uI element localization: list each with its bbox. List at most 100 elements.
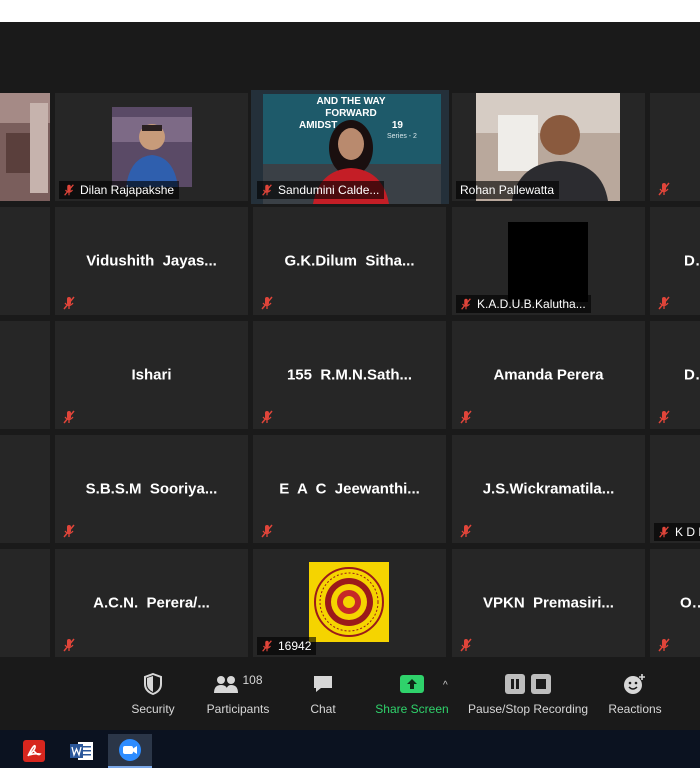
muted-mic-icon (658, 182, 670, 196)
security-label: Security (131, 702, 175, 716)
slide-line-1: AND THE WAY FORWARD (316, 96, 386, 119)
stop-icon (531, 674, 551, 694)
participant-tile-partial-right[interactable]: Du (650, 321, 700, 429)
participant-name: A.C.N. Perera/... (93, 594, 210, 612)
participant-tile-partial-left[interactable] (0, 93, 50, 201)
participant-name: K.A.D.U.B.Kalutha... (477, 297, 586, 311)
people-icon (214, 676, 239, 693)
participant-name-label: Sandumini Calde... (257, 181, 385, 199)
taskbar-app-pdf[interactable] (12, 734, 56, 768)
participant-tile-ishari[interactable]: Ishari (55, 321, 248, 429)
participant-tile-sandumini-active-speaker[interactable]: AND THE WAY FORWARD AMIDST 19 Series - 2 … (251, 90, 449, 204)
participant-name: 16942 (278, 639, 312, 653)
participant-name: 155 R.M.N.Sath... (286, 366, 413, 384)
participant-tile-partial-left[interactable] (0, 435, 50, 543)
share-arrow-icon (400, 675, 424, 693)
participant-tile-kadub[interactable]: K.A.D.U.B.Kalutha... (452, 207, 645, 315)
reactions-label: Reactions (608, 702, 662, 716)
participant-tile-acn-perera[interactable]: A.C.N. Perera/... (55, 549, 248, 657)
participant-tile-eac[interactable]: E A C Jeewanthi... (253, 435, 446, 543)
muted-mic-icon (262, 640, 272, 652)
participant-name: E A C Jeewanthi... (279, 480, 420, 498)
participant-name: Vidushith Jayas... (86, 252, 217, 270)
muted-mic-icon (63, 638, 75, 652)
participant-tile-js-wickramatilake[interactable]: J.S.Wickramatila... (452, 435, 645, 543)
participants-label: Participants (206, 702, 270, 716)
participant-tile-sbsm[interactable]: S.B.S.M Sooriya... (55, 435, 248, 543)
muted-mic-icon (659, 526, 669, 538)
participant-name: VPKN Premasiri... (483, 594, 614, 612)
participant-name-label: K D H (654, 523, 700, 541)
participant-tile-partial-left[interactable] (0, 549, 50, 657)
muted-mic-icon (261, 524, 273, 538)
slide-text: AND THE WAY FORWARD AMIDST 19 (291, 96, 411, 132)
participant-name: Du (684, 366, 700, 384)
muted-mic-icon (261, 410, 273, 424)
slide-series: Series - 2 (387, 133, 417, 140)
participant-tile-rohan[interactable]: Rohan Pallewatta (452, 93, 645, 201)
shield-icon (144, 673, 162, 695)
participant-name: G.K.Dilum Sitha... (284, 252, 415, 270)
participant-tile-155-rmn[interactable]: 155 R.M.N.Sath... (253, 321, 446, 429)
chat-button[interactable]: Chat (305, 672, 341, 716)
participant-tile-dilan[interactable]: Dilan Rajapakshe (55, 93, 248, 201)
emoji-plus-icon (624, 674, 645, 694)
muted-mic-icon (262, 184, 272, 196)
participants-button[interactable]: 108 Participants (204, 672, 272, 716)
participant-name: K D H (675, 525, 700, 539)
video-feed (0, 93, 50, 201)
participant-name-label: Dilan Rajapakshe (59, 181, 180, 199)
chat-label: Chat (310, 702, 336, 716)
muted-mic-icon (64, 184, 74, 196)
pause-icon (505, 674, 525, 694)
participant-tile-partial-left[interactable] (0, 321, 50, 429)
muted-mic-icon (461, 298, 471, 310)
participant-name: Sandumini Calde... (278, 183, 380, 197)
reactions-button[interactable]: Reactions (607, 672, 663, 716)
participant-name: Di (684, 252, 699, 270)
participant-tile-vidushith[interactable]: Vidushith Jayas... (55, 207, 248, 315)
participant-photo (112, 107, 192, 187)
participant-tile-partial-right[interactable]: O.A (650, 549, 700, 657)
participant-tile-gk-dilum[interactable]: G.K.Dilum Sitha... (253, 207, 446, 315)
security-button[interactable]: Security (126, 672, 180, 716)
muted-mic-icon (63, 410, 75, 424)
participant-tile-partial-right[interactable]: Di (650, 207, 700, 315)
acrobat-icon (23, 740, 45, 762)
meeting-toolbar: Security 108 Participants Chat Share Scr… (0, 662, 700, 730)
participant-name: Dilan Rajapakshe (80, 183, 175, 197)
gallery-view: Dilan Rajapakshe AND THE WAY FORWARD AMI… (0, 22, 700, 662)
window-top-strip (0, 0, 700, 22)
chat-bubble-icon (314, 676, 332, 692)
participant-tile-partial-left[interactable] (0, 207, 50, 315)
participant-name-label: Rohan Pallewatta (456, 181, 560, 199)
pause-stop-recording-button[interactable]: Pause/Stop Recording (468, 672, 588, 716)
participant-name: O.A (680, 594, 700, 612)
participant-tile-partial-right[interactable]: K D H (650, 435, 700, 543)
university-emblem-icon (309, 562, 389, 642)
participant-tile-amanda[interactable]: Amanda Perera (452, 321, 645, 429)
share-options-caret[interactable]: ^ (443, 680, 448, 691)
taskbar-app-zoom[interactable] (108, 734, 152, 768)
participant-name: Amanda Perera (493, 366, 604, 384)
video-off-black-box (508, 222, 588, 302)
muted-mic-icon (658, 410, 670, 424)
participant-tile-16942[interactable]: 16942 (253, 549, 446, 657)
share-screen-label: Share Screen (375, 702, 449, 716)
muted-mic-icon (63, 524, 75, 538)
share-screen-button[interactable]: Share Screen (374, 672, 450, 716)
participant-tile-vpkn[interactable]: VPKN Premasiri... (452, 549, 645, 657)
muted-mic-icon (460, 638, 472, 652)
participant-name: Rohan Pallewatta (460, 183, 555, 197)
participant-tile-partial-right[interactable] (650, 93, 700, 201)
slide-line-2: AMIDST 19 (299, 120, 403, 131)
taskbar-app-word[interactable] (60, 734, 104, 768)
pause-stop-recording-label: Pause/Stop Recording (468, 702, 589, 716)
muted-mic-icon (658, 638, 670, 652)
participant-name-label: 16942 (257, 637, 317, 655)
word-icon (70, 742, 93, 760)
muted-mic-icon (460, 410, 472, 424)
muted-mic-icon (261, 296, 273, 310)
os-taskbar (0, 730, 700, 768)
participant-name: J.S.Wickramatila... (482, 480, 615, 498)
